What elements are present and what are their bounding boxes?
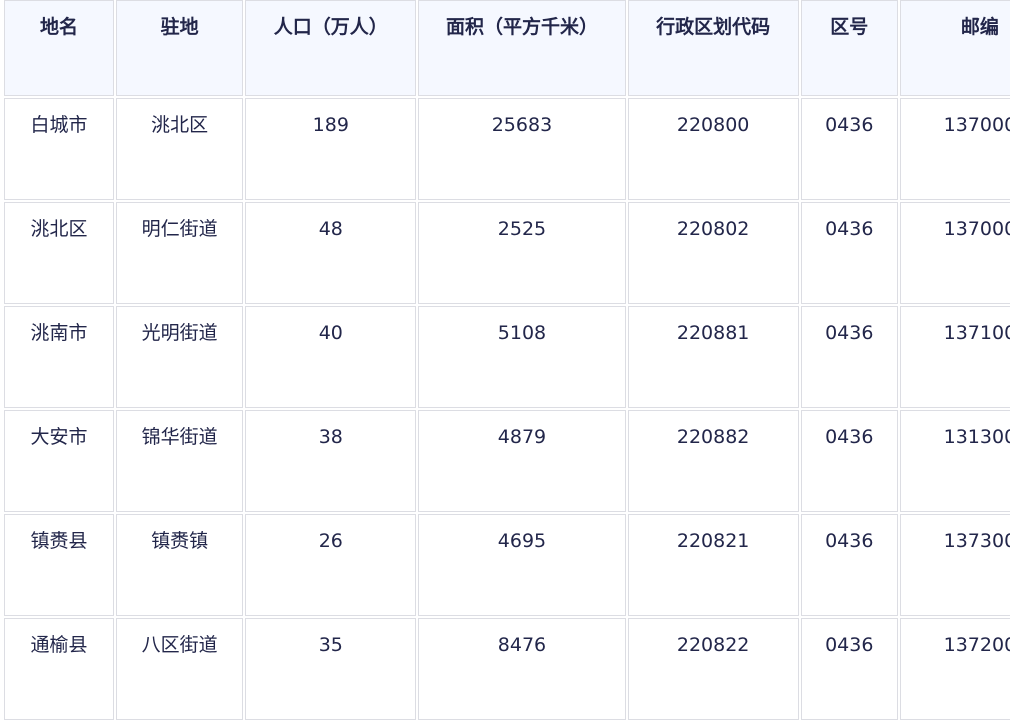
table-header: 地名 驻地 人口（万人） 面积（平方千米） 行政区划代码 区号 邮编 — [4, 0, 1010, 96]
cell-seat: 洮北区 — [116, 98, 244, 200]
cell-population: 189 — [245, 98, 417, 200]
cell-place-name: 大安市 — [4, 410, 115, 512]
table-row: 洮北区 明仁街道 48 2525 220802 0436 137000 — [4, 202, 1010, 304]
cell-postal-code: 137000 — [899, 98, 1010, 200]
header-place-name: 地名 — [4, 0, 115, 96]
cell-area-code: 0436 — [800, 202, 898, 304]
cell-place-name: 洮南市 — [4, 306, 115, 408]
cell-postal-code: 137000 — [899, 202, 1010, 304]
cell-division-code: 220882 — [627, 410, 799, 512]
cell-area: 25683 — [418, 98, 626, 200]
cell-place-name: 通榆县 — [4, 618, 115, 720]
cell-area-code: 0436 — [800, 514, 898, 616]
header-seat: 驻地 — [116, 0, 244, 96]
cell-seat: 八区街道 — [116, 618, 244, 720]
cell-division-code: 220821 — [627, 514, 799, 616]
table-row: 洮南市 光明街道 40 5108 220881 0436 137100 — [4, 306, 1010, 408]
cell-population: 48 — [245, 202, 417, 304]
cell-seat: 光明街道 — [116, 306, 244, 408]
cell-population: 38 — [245, 410, 417, 512]
cell-division-code: 220822 — [627, 618, 799, 720]
table-row: 白城市 洮北区 189 25683 220800 0436 137000 — [4, 98, 1010, 200]
cell-area-code: 0436 — [800, 98, 898, 200]
cell-seat: 明仁街道 — [116, 202, 244, 304]
cell-area: 4695 — [418, 514, 626, 616]
cell-population: 40 — [245, 306, 417, 408]
cell-postal-code: 137300 — [899, 514, 1010, 616]
cell-postal-code: 137200 — [899, 618, 1010, 720]
table-row: 镇赉县 镇赉镇 26 4695 220821 0436 137300 — [4, 514, 1010, 616]
header-area-code: 区号 — [800, 0, 898, 96]
header-row: 地名 驻地 人口（万人） 面积（平方千米） 行政区划代码 区号 邮编 — [4, 0, 1010, 96]
cell-postal-code: 131300 — [899, 410, 1010, 512]
header-postal-code: 邮编 — [899, 0, 1010, 96]
cell-area: 2525 — [418, 202, 626, 304]
cell-postal-code: 137100 — [899, 306, 1010, 408]
table-body: 白城市 洮北区 189 25683 220800 0436 137000 洮北区… — [4, 98, 1010, 720]
cell-division-code: 220800 — [627, 98, 799, 200]
cell-area-code: 0436 — [800, 306, 898, 408]
table-row: 大安市 锦华街道 38 4879 220882 0436 131300 — [4, 410, 1010, 512]
cell-place-name: 洮北区 — [4, 202, 115, 304]
cell-population: 35 — [245, 618, 417, 720]
cell-area: 5108 — [418, 306, 626, 408]
cell-place-name: 白城市 — [4, 98, 115, 200]
cell-area-code: 0436 — [800, 618, 898, 720]
cell-seat: 锦华街道 — [116, 410, 244, 512]
cell-area: 4879 — [418, 410, 626, 512]
cell-place-name: 镇赉县 — [4, 514, 115, 616]
header-division-code: 行政区划代码 — [627, 0, 799, 96]
cell-area-code: 0436 — [800, 410, 898, 512]
cell-area: 8476 — [418, 618, 626, 720]
cell-division-code: 220802 — [627, 202, 799, 304]
cell-division-code: 220881 — [627, 306, 799, 408]
admin-division-table: 地名 驻地 人口（万人） 面积（平方千米） 行政区划代码 区号 邮编 白城市 洮… — [2, 0, 1010, 722]
cell-seat: 镇赉镇 — [116, 514, 244, 616]
table-row: 通榆县 八区街道 35 8476 220822 0436 137200 — [4, 618, 1010, 720]
header-population: 人口（万人） — [245, 0, 417, 96]
cell-population: 26 — [245, 514, 417, 616]
header-area: 面积（平方千米） — [418, 0, 626, 96]
